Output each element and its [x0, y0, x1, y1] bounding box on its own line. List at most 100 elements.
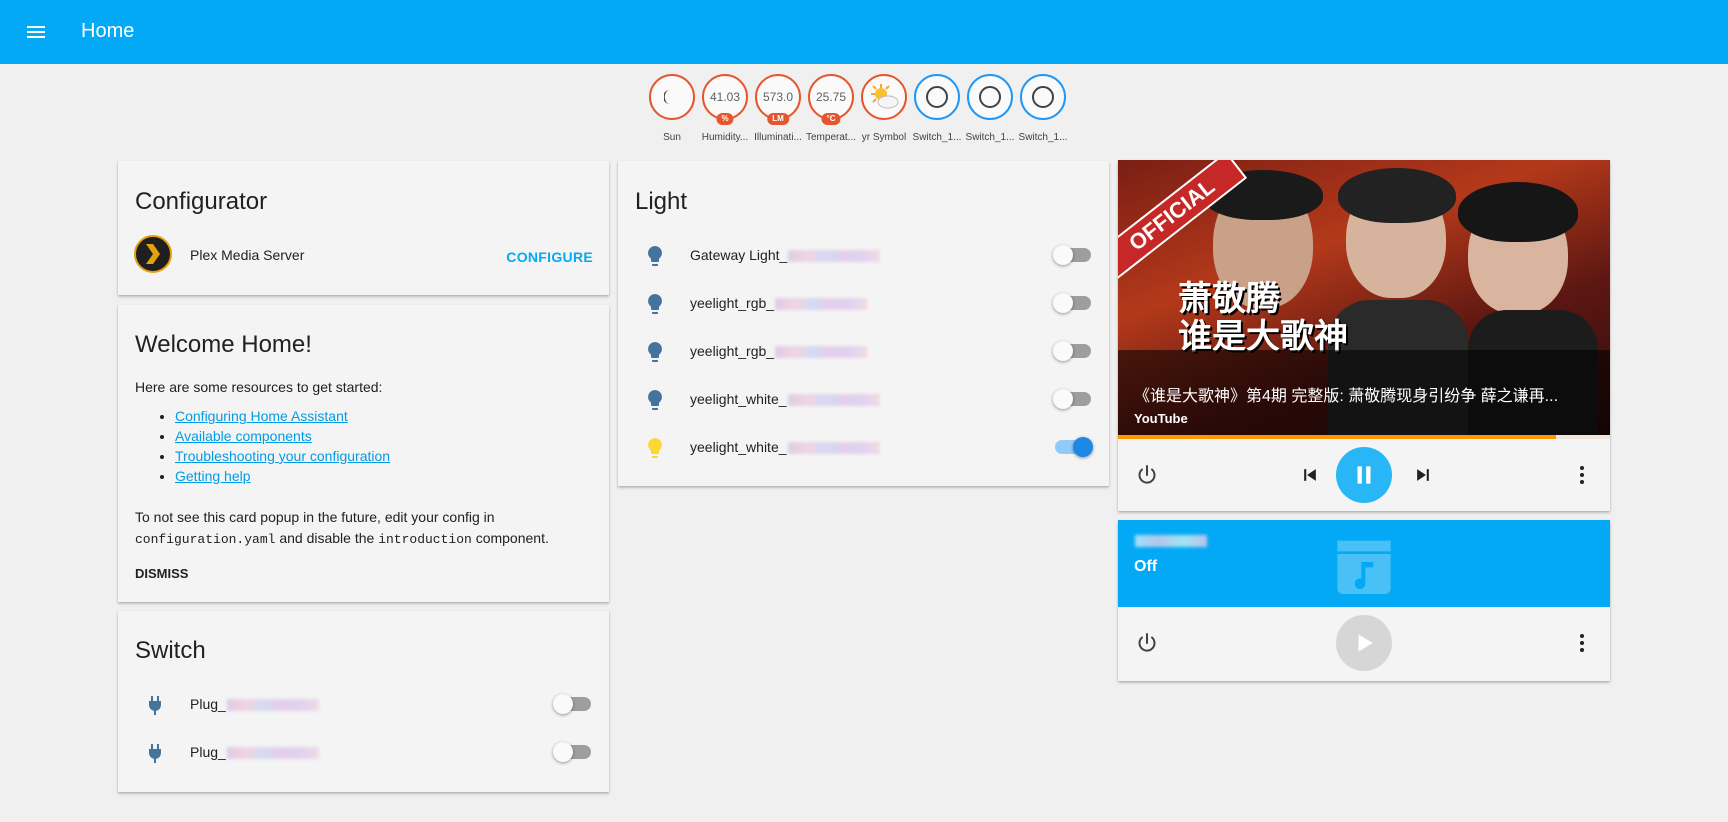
- badge-label: Switch_1...: [1018, 132, 1068, 143]
- badge-switch[interactable]: Switch_1...: [1016, 74, 1070, 143]
- media-artwork: OFFICIAL 萧敬腾 谁是大歌神 《谁是大歌神》第4期 完整版: 萧敬腾现身…: [1118, 160, 1610, 436]
- media-player-card: Off: [1118, 520, 1610, 681]
- list-item: Troubleshooting your configuration: [175, 446, 390, 466]
- badge-label: Humidity...: [701, 132, 749, 143]
- badge-switch[interactable]: Switch_1...: [910, 74, 964, 143]
- configurator-item-name: Plex Media Server: [190, 247, 305, 263]
- partly-cloudy-icon: [871, 84, 899, 109]
- entity-label: yeelight_rgb_: [690, 295, 868, 311]
- switch-toggle[interactable]: [553, 694, 591, 714]
- light-toggle[interactable]: [1053, 341, 1091, 361]
- entity-label: Gateway Light_: [690, 247, 881, 263]
- entity-label: Plug_: [190, 696, 319, 712]
- pause-icon: [1357, 466, 1371, 484]
- power-button[interactable]: [1135, 463, 1159, 487]
- badge-value: 41.03: [709, 90, 741, 104]
- link-components[interactable]: Available components: [175, 428, 312, 444]
- media-player-header: Off: [1118, 520, 1610, 607]
- lightbulb-icon: [648, 246, 662, 266]
- entity-label: yeelight_rgb_: [690, 343, 868, 359]
- light-card: Light Gateway Light_ yeelight_rgb_ yeeli…: [618, 161, 1109, 486]
- light-row: yeelight_white_: [618, 380, 1109, 420]
- light-row: Gateway Light_: [618, 236, 1109, 276]
- list-item: Available components: [175, 426, 390, 446]
- lightbulb-icon: [648, 294, 662, 314]
- play-icon: [1358, 634, 1373, 652]
- power-plug-icon: [149, 744, 161, 763]
- card-title: Light: [635, 188, 688, 215]
- more-options-icon[interactable]: [1570, 631, 1594, 655]
- light-toggle[interactable]: [1055, 437, 1093, 457]
- circle-icon: [1032, 86, 1054, 108]
- badge-value: 25.75: [815, 90, 847, 104]
- media-player-state: Off: [1134, 558, 1158, 575]
- badge-humidity[interactable]: 41.03 % Humidity...: [698, 74, 752, 143]
- note-text: To not see this card popup in the future…: [135, 509, 495, 525]
- entity-label: Plug_: [190, 744, 319, 760]
- link-getting-help[interactable]: Getting help: [175, 468, 251, 484]
- switch-row: Plug_: [118, 685, 609, 725]
- badge-temperature[interactable]: 25.75 °C Temperat...: [804, 74, 858, 143]
- light-toggle[interactable]: [1053, 389, 1091, 409]
- link-troubleshooting[interactable]: Troubleshooting your configuration: [175, 448, 390, 464]
- badge-label: Temperat...: [805, 132, 857, 143]
- lightbulb-on-icon: [648, 438, 662, 458]
- dismiss-button[interactable]: DISMISS: [135, 566, 188, 581]
- app-header: Home: [0, 0, 1728, 64]
- media-progress-bar[interactable]: [1118, 435, 1610, 439]
- movie-icon: [1337, 540, 1391, 594]
- link-configuring[interactable]: Configuring Home Assistant: [175, 408, 348, 424]
- badge-label: yr Symbol: [861, 132, 907, 143]
- badge-illuminance[interactable]: 573.0 LM Illuminati...: [751, 74, 805, 143]
- card-title: Switch: [135, 637, 206, 664]
- badge-unit: °C: [821, 113, 841, 125]
- note-text: component.: [471, 530, 549, 546]
- light-row: yeelight_rgb_: [618, 284, 1109, 324]
- switch-row: Plug_: [118, 733, 609, 773]
- next-track-icon[interactable]: [1413, 465, 1433, 485]
- welcome-note: To not see this card popup in the future…: [135, 507, 595, 550]
- list-item: Configuring Home Assistant: [175, 406, 390, 426]
- badge-switch[interactable]: Switch_1...: [963, 74, 1017, 143]
- badge-sun[interactable]: Sun: [645, 74, 699, 143]
- circle-icon: [926, 86, 948, 108]
- media-player-name: [1134, 532, 1207, 550]
- power-plug-icon: [149, 696, 161, 715]
- badge-yr-symbol[interactable]: yr Symbol: [857, 74, 911, 143]
- welcome-intro: Here are some resources to get started:: [135, 379, 383, 395]
- light-row: yeelight_rgb_: [618, 332, 1109, 372]
- play-button[interactable]: [1336, 615, 1392, 671]
- list-item: Getting help: [175, 466, 390, 486]
- pause-button[interactable]: [1336, 447, 1392, 503]
- plex-icon: [134, 235, 172, 273]
- light-toggle[interactable]: [1053, 245, 1091, 265]
- badge-unit: %: [716, 113, 734, 125]
- power-button[interactable]: [1135, 631, 1159, 655]
- more-options-icon[interactable]: [1570, 463, 1594, 487]
- switch-toggle[interactable]: [553, 742, 591, 762]
- configure-button[interactable]: CONFIGURE: [506, 249, 593, 265]
- resource-list: Configuring Home Assistant Available com…: [135, 406, 390, 486]
- entity-label: yeelight_white_: [690, 391, 880, 407]
- menu-icon[interactable]: [24, 20, 48, 44]
- light-toggle[interactable]: [1053, 293, 1091, 313]
- welcome-card: Welcome Home! Here are some resources to…: [118, 305, 609, 602]
- media-title: 《谁是大歌神》第4期 完整版: 萧敬腾现身引纷争 薛之谦再...: [1134, 388, 1559, 405]
- note-code: configuration.yaml: [135, 532, 276, 547]
- configurator-card: Configurator Plex Media Server CONFIGURE: [118, 161, 609, 295]
- lightbulb-icon: [648, 390, 662, 410]
- art-text: 萧敬腾 谁是大歌神: [1178, 279, 1348, 357]
- media-source: YouTube: [1134, 411, 1188, 426]
- badge-label: Illuminati...: [754, 132, 802, 143]
- page-title: Home: [81, 20, 135, 42]
- moon-icon: [664, 90, 670, 104]
- badge-label: Sun: [663, 132, 681, 143]
- media-player-card: OFFICIAL 萧敬腾 谁是大歌神 《谁是大歌神》第4期 完整版: 萧敬腾现身…: [1118, 160, 1610, 511]
- light-row: yeelight_white_: [618, 428, 1109, 468]
- previous-track-icon[interactable]: [1300, 465, 1320, 485]
- card-title: Welcome Home!: [135, 331, 312, 358]
- badge-label: Switch_1...: [912, 132, 962, 143]
- badge-value: 573.0: [762, 90, 794, 104]
- switch-card: Switch Plug_ Plug_: [118, 611, 609, 792]
- badge-unit: LM: [767, 113, 789, 125]
